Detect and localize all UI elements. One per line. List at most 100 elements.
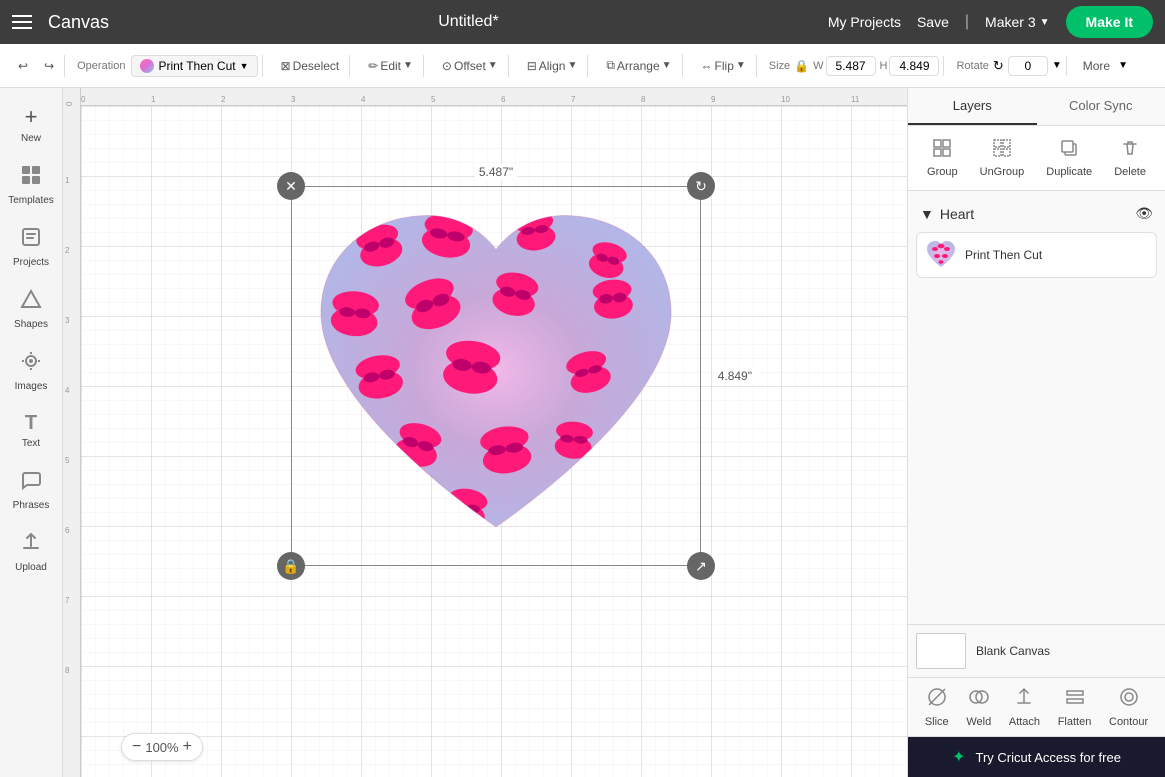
heart-image: [301, 196, 691, 556]
sidebar-item-templates[interactable]: Templates: [3, 156, 59, 214]
duplicate-icon: [1059, 138, 1079, 163]
layer-item-label: Print Then Cut: [965, 248, 1148, 262]
size-label: Size: [769, 60, 790, 72]
sidebar-item-label: Templates: [8, 195, 54, 206]
canvas-grid: 5.487" 4.849" ✕ ↻ 🔒 ↗: [81, 106, 907, 777]
hamburger-menu[interactable]: [12, 15, 32, 29]
ungroup-button[interactable]: UnGroup: [972, 134, 1033, 182]
edit-chevron-icon: ▼: [403, 60, 413, 71]
deselect-icon: ⊠: [281, 59, 291, 73]
offset-button[interactable]: ⊙ Offset ▼: [436, 55, 504, 77]
divider: |: [965, 13, 969, 31]
panel-tabs: Layers Color Sync: [908, 88, 1165, 126]
sidebar-item-label: Shapes: [14, 319, 48, 330]
templates-icon: [20, 164, 42, 192]
height-input[interactable]: [889, 56, 939, 76]
align-icon: ⊟: [527, 59, 537, 73]
sidebar-item-projects[interactable]: Projects: [3, 218, 59, 276]
sidebar-item-label: Projects: [13, 257, 49, 268]
width-input[interactable]: [826, 56, 876, 76]
align-button[interactable]: ⊟ Align ▼: [521, 55, 584, 77]
handle-top-right[interactable]: ↻: [687, 172, 715, 200]
arrange-icon: ⧉: [606, 58, 615, 73]
cricut-access-text: Try Cricut Access for free: [975, 750, 1120, 765]
sidebar-item-images[interactable]: Images: [3, 342, 59, 400]
weld-icon: [968, 686, 990, 713]
blank-canvas-label: Blank Canvas: [976, 644, 1050, 658]
edit-button[interactable]: ✏ Edit ▼: [362, 55, 419, 77]
zoom-in-button[interactable]: +: [183, 738, 192, 756]
layers-section: ▼ Heart 👁: [908, 191, 1165, 624]
height-label: H: [880, 60, 888, 72]
handle-bottom-left[interactable]: 🔒: [277, 552, 305, 580]
attach-button[interactable]: Attach: [1009, 686, 1040, 728]
rotate-input[interactable]: [1008, 56, 1048, 76]
rotate-icon: ↻: [993, 58, 1004, 74]
blank-canvas-thumbnail: [916, 633, 966, 669]
app-name: Canvas: [48, 12, 109, 33]
tab-layers[interactable]: Layers: [908, 88, 1037, 125]
arrange-chevron-icon: ▼: [662, 60, 672, 71]
collapse-icon[interactable]: ▼: [920, 206, 934, 222]
sidebar-item-label: Upload: [15, 562, 47, 573]
tab-color-sync[interactable]: Color Sync: [1037, 88, 1165, 125]
flip-button[interactable]: ⇔ Flip ▼: [695, 55, 752, 77]
undo-button[interactable]: ↩: [12, 55, 34, 77]
arrange-button[interactable]: ⧉ Arrange ▼: [600, 54, 677, 77]
dimension-label-height: 4.849": [714, 368, 756, 384]
sidebar-item-phrases[interactable]: Phrases: [3, 461, 59, 519]
ruler-left: 0 1 2 3 4 5 6 7 8: [63, 88, 81, 777]
operation-selector[interactable]: Print Then Cut ▼: [131, 55, 257, 77]
upload-icon: [20, 531, 42, 559]
sidebar-item-upload[interactable]: Upload: [3, 523, 59, 581]
width-label: W: [813, 60, 823, 72]
delete-button[interactable]: Delete: [1106, 134, 1154, 182]
offset-chevron-icon: ▼: [488, 60, 498, 71]
more-chevron-icon: ▼: [1118, 60, 1128, 71]
slice-icon: [926, 686, 948, 713]
zoom-out-button[interactable]: −: [132, 738, 141, 756]
heart-object[interactable]: 5.487" 4.849" ✕ ↻ 🔒 ↗: [291, 186, 701, 566]
machine-selector[interactable]: Maker 3 ▼: [985, 14, 1049, 30]
bottom-tools: Slice Weld Attach: [908, 678, 1165, 737]
group-button[interactable]: Group: [919, 134, 966, 182]
layer-item[interactable]: Print Then Cut: [916, 232, 1157, 278]
cricut-access-bar[interactable]: ✦ Try Cricut Access for free: [908, 737, 1165, 777]
attach-icon: [1013, 686, 1035, 713]
flatten-button[interactable]: Flatten: [1058, 686, 1092, 728]
sidebar-item-new[interactable]: + New: [3, 96, 59, 152]
duplicate-button[interactable]: Duplicate: [1038, 134, 1100, 182]
zoom-value: 100%: [145, 740, 178, 755]
flatten-icon: [1064, 686, 1086, 713]
dimension-label-width: 5.487": [475, 164, 517, 180]
my-projects-link[interactable]: My Projects: [828, 14, 901, 30]
sidebar-item-text[interactable]: T Text: [3, 404, 59, 457]
edit-icon: ✏: [368, 59, 378, 73]
more-label[interactable]: More: [1079, 55, 1114, 77]
lock-icon: 🔒: [794, 59, 809, 73]
flip-chevron-icon: ▼: [736, 60, 746, 71]
redo-button[interactable]: ↪: [38, 55, 60, 77]
make-it-button[interactable]: Make It: [1066, 6, 1153, 38]
new-icon: +: [25, 104, 38, 130]
operation-chevron-icon: ▼: [240, 61, 249, 71]
shapes-icon: [20, 288, 42, 316]
layer-group-header: ▼ Heart 👁: [916, 199, 1157, 228]
toolbar: ↩ ↪ Operation Print Then Cut ▼ ⊠ Deselec…: [0, 44, 1165, 88]
contour-button[interactable]: Contour: [1109, 686, 1148, 728]
canvas-area[interactable]: 0 1 2 3 4 5 6 7 8 9 10 11 0 1 2 3 4: [63, 88, 907, 777]
operation-color-dot: [140, 59, 154, 73]
save-button[interactable]: Save: [917, 14, 949, 30]
contour-icon: [1118, 686, 1140, 713]
deselect-button[interactable]: ⊠ Deselect: [275, 55, 346, 77]
slice-button[interactable]: Slice: [925, 686, 949, 728]
offset-icon: ⊙: [442, 59, 452, 73]
phrases-icon: [20, 469, 42, 497]
handle-bottom-right[interactable]: ↗: [687, 552, 715, 580]
panel-actions: Group UnGroup: [908, 126, 1165, 191]
cricut-access-icon: ✦: [952, 747, 965, 767]
sidebar-item-shapes[interactable]: Shapes: [3, 280, 59, 338]
header: Canvas Untitled* My Projects Save | Make…: [0, 0, 1165, 44]
weld-button[interactable]: Weld: [966, 686, 991, 728]
visibility-toggle[interactable]: 👁: [1135, 205, 1153, 222]
